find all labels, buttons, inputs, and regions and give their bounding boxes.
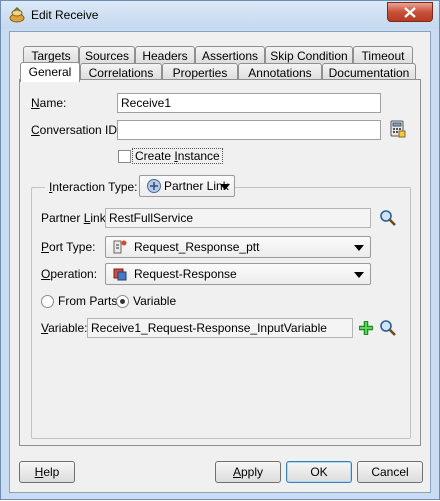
from-parts-radio[interactable] bbox=[41, 295, 54, 308]
partner-link-label: Partner Link: bbox=[41, 211, 110, 225]
name-input[interactable]: Receive1 bbox=[117, 93, 381, 113]
variable-radio-label[interactable]: Variable bbox=[133, 294, 176, 308]
variable-field: Receive1_Request-Response_InputVariable bbox=[87, 318, 353, 338]
interaction-type-label: Interaction Type: bbox=[45, 180, 142, 194]
operation-label: Operation: bbox=[41, 267, 98, 281]
apply-button[interactable]: Apply bbox=[215, 461, 281, 483]
create-instance-checkbox[interactable] bbox=[118, 150, 131, 163]
operation-dropdown[interactable]: Request-Response bbox=[105, 263, 371, 285]
operation-icon bbox=[113, 268, 127, 281]
variable-label: Variable: bbox=[41, 321, 88, 335]
search-icon[interactable] bbox=[379, 209, 397, 227]
expression-builder-icon[interactable] bbox=[389, 120, 407, 138]
ok-button[interactable]: OK bbox=[286, 461, 352, 483]
variable-radio[interactable] bbox=[116, 295, 129, 308]
port-type-value: Request_Response_ptt bbox=[134, 240, 260, 254]
port-type-dropdown[interactable]: Request_Response_ptt bbox=[105, 236, 371, 258]
interaction-type-dropdown[interactable]: Partner Link bbox=[139, 175, 235, 197]
chevron-down-icon bbox=[354, 272, 364, 278]
partner-link-field: RestFullService bbox=[105, 208, 371, 228]
port-type-icon bbox=[113, 240, 127, 254]
cancel-button[interactable]: Cancel bbox=[357, 461, 423, 483]
create-instance-label[interactable]: Create Instance bbox=[132, 148, 223, 164]
partner-link-icon bbox=[147, 179, 161, 193]
from-parts-label[interactable]: From Parts bbox=[58, 294, 117, 308]
conversation-id-input[interactable] bbox=[117, 120, 381, 140]
conversation-id-label: Conversation ID: bbox=[31, 123, 121, 137]
edit-receive-dialog: Edit Receive Targets Sources Headers Ass… bbox=[0, 0, 440, 500]
port-type-label: Port Type: bbox=[41, 240, 96, 254]
help-button[interactable]: Help bbox=[19, 461, 75, 483]
chevron-down-icon bbox=[220, 184, 230, 190]
interaction-type-value: Partner Link bbox=[164, 179, 229, 193]
name-label: Name: bbox=[31, 96, 67, 110]
add-icon[interactable] bbox=[357, 319, 375, 337]
search-icon[interactable] bbox=[379, 319, 397, 337]
operation-value: Request-Response bbox=[134, 267, 237, 281]
chevron-down-icon bbox=[354, 245, 364, 251]
